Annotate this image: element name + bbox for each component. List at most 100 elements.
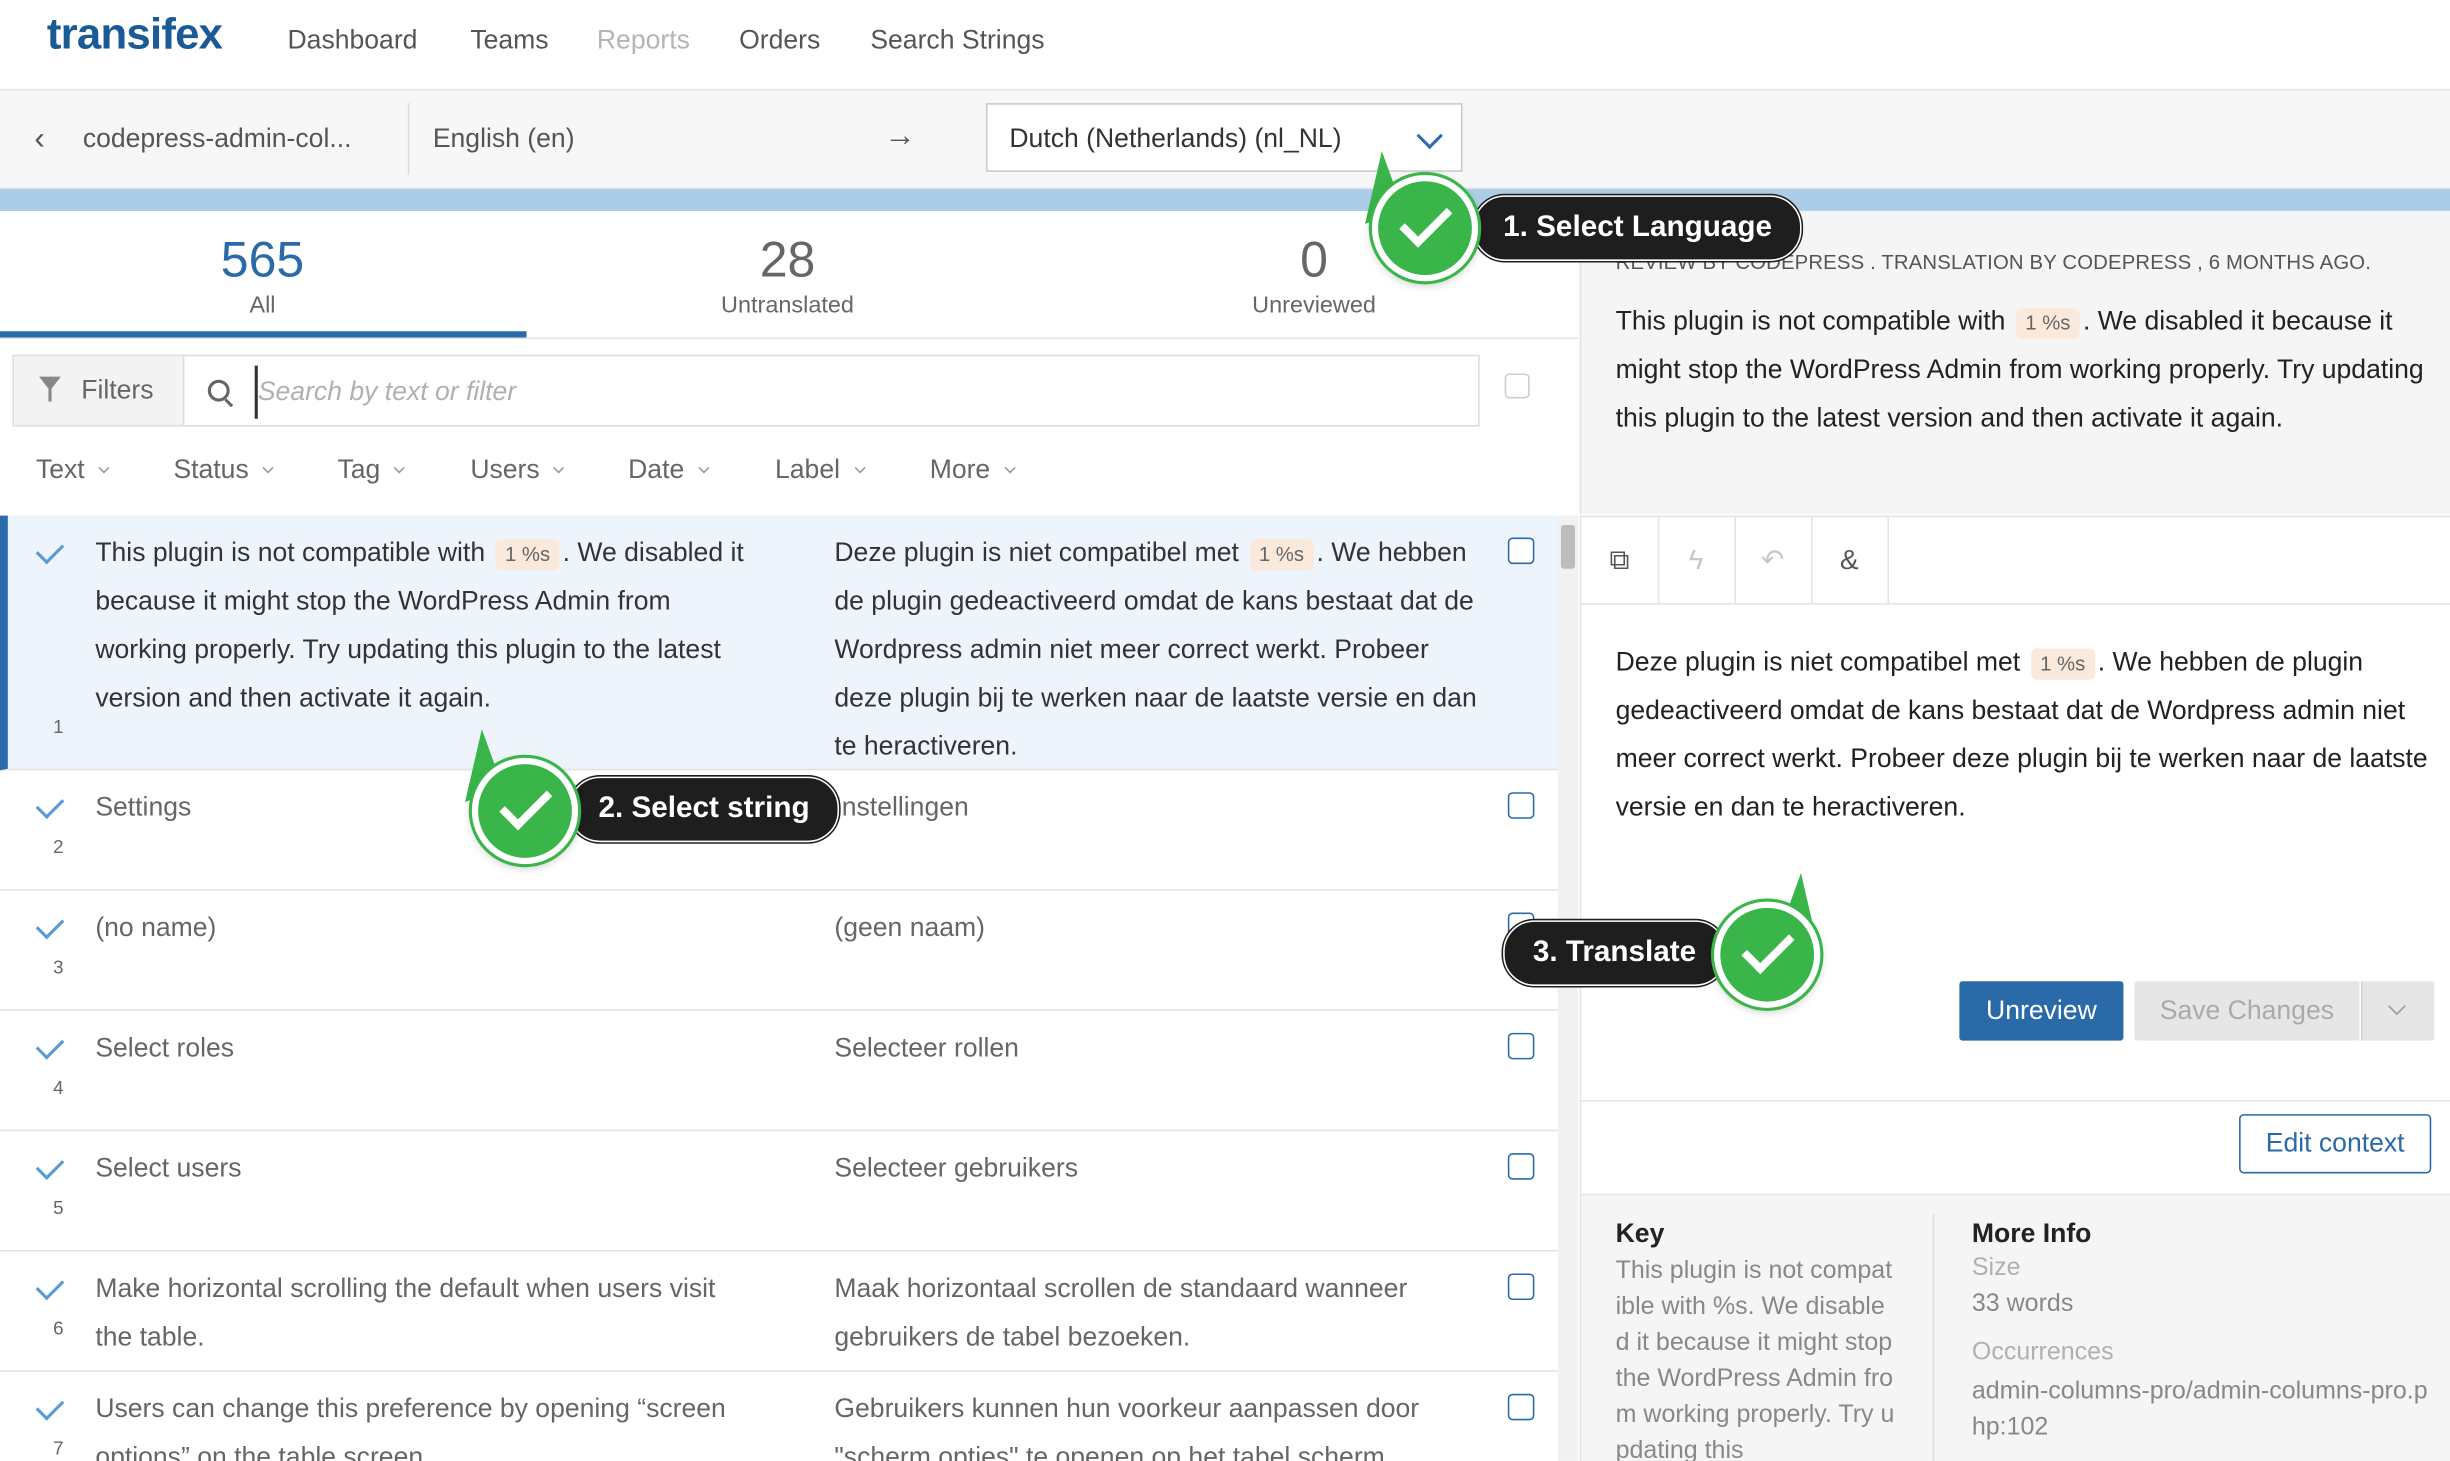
chevron-down-icon [1004,462,1016,474]
row-checkbox[interactable] [1507,1153,1535,1180]
nav-dashboard[interactable]: Dashboard [288,25,418,56]
text-segment: Deze plugin is niet compatibel met [834,537,1247,568]
column-filter-label: Text [35,454,85,485]
scrollbar-thumb[interactable] [1560,525,1575,569]
ampersand-icon[interactable]: & [1811,517,1890,604]
occurrences-value: admin-columns-pro/admin-columns-pro.php:… [1971,1378,2428,1441]
progress-bar [0,189,2450,211]
divider [0,337,1579,340]
row-checkbox[interactable] [1507,1273,1535,1300]
transifex-logo[interactable]: transifex [47,9,223,59]
save-changes-button[interactable]: Save Changes [2134,981,2360,1041]
chevron-down-icon [1416,122,1443,150]
source-text: This plugin is not compatible with 1 %s.… [95,528,751,722]
nav-teams[interactable]: Teams [470,25,548,56]
size-label: Size [1971,1254,2021,1282]
nav-search-strings[interactable]: Search Strings [870,25,1044,56]
column-filter-tag[interactable]: Tag [337,454,406,486]
row-number: 3 [53,956,64,979]
tab-label: All [249,292,276,319]
chevron-down-icon [2388,997,2406,1016]
column-filter-date[interactable]: Date [628,454,710,486]
placeholder-chip: 1 %s [1249,539,1314,571]
checkmark-icon [1741,921,1795,975]
undo-icon[interactable]: ↶ [1734,517,1813,604]
string-row[interactable]: 5 Select users Selecteer gebruikers [0,1131,1558,1252]
placeholder-chip: 1 %s [2030,648,2095,680]
string-row[interactable]: 6 Make horizontal scrolling the default … [0,1252,1558,1372]
chevron-down-icon [394,462,406,474]
row-number: 2 [53,835,64,858]
source-text: Make horizontal scrolling the default wh… [95,1273,716,1352]
reviewed-check-icon [35,1391,65,1421]
reviewed-check-icon [35,790,65,820]
chevron-down-icon [98,462,110,474]
chevron-down-icon [854,462,866,474]
key-heading: Key [1615,1218,1665,1249]
source-text: Users can change this preference by open… [95,1393,726,1461]
translation-text: Selecteer gebruikers [834,1153,1079,1183]
search-filter-bar: Filters [12,354,1480,427]
column-filter-label-filter[interactable]: Label [775,454,866,486]
row-checkbox[interactable] [1507,792,1535,819]
source-text: Select users [95,1153,242,1183]
divider [407,103,410,175]
row-number: 6 [53,1317,64,1340]
search-input[interactable] [254,365,1449,419]
reviewed-check-icon [35,910,65,940]
string-row[interactable]: 1 This plugin is not compatible with 1 %… [0,515,1558,771]
translation-text: Maak horizontaal scrollen de standaard w… [834,1273,1408,1352]
tab-all[interactable]: 565 All [0,216,525,338]
placeholder-chip: 1 %s [495,539,560,571]
translation-text: Gebruikers kunnen hun voorkeur aanpassen… [834,1393,1420,1461]
select-all-checkbox[interactable] [1504,373,1530,399]
chevron-left-icon[interactable]: ‹ [34,122,44,158]
list-scrollbar[interactable] [1557,515,1579,1461]
tab-label: Unreviewed [1252,292,1376,319]
column-filter-label: Tag [337,454,381,485]
tab-count: 565 [220,231,305,288]
row-number: 7 [53,1437,64,1460]
unreview-button[interactable]: Unreview [1959,981,2124,1041]
arrow-right-icon: → [884,118,916,154]
column-filter-more[interactable]: More [929,454,1016,486]
translation-editor[interactable]: Deze plugin is niet compatibel met 1 %s.… [1579,603,2450,1100]
column-filter-label: Label [775,454,841,485]
source-string: This plugin is not compatible with 1 %s.… [1616,297,2436,442]
string-row[interactable]: 3 (no name) (geen naam) [0,891,1558,1011]
reviewed-check-icon [35,1030,65,1060]
checkmark-icon [1399,194,1453,248]
translation-string[interactable]: Deze plugin is niet compatibel met 1 %s.… [1616,638,2436,832]
tab-count: 28 [759,231,816,288]
column-filter-status[interactable]: Status [173,455,274,486]
callout-select-string: 2. Select string [568,776,840,843]
nav-reports[interactable]: Reports [597,25,690,56]
source-text: (no name) [95,912,217,943]
row-checkbox[interactable] [1507,1393,1535,1421]
row-number: 5 [53,1196,64,1219]
context-bar: Edit context [1579,1100,2450,1196]
edit-context-button[interactable]: Edit context [2239,1114,2432,1174]
reviewed-check-icon [35,535,65,565]
filters-button[interactable]: Filters [14,356,185,425]
string-row[interactable]: 7 Users can change this preference by op… [0,1372,1558,1461]
nav-orders[interactable]: Orders [739,25,820,56]
copy-source-icon[interactable]: ⧉ [1581,517,1660,604]
tab-untranslated[interactable]: 28 Untranslated [525,216,1050,338]
column-filter-text[interactable]: Text [35,454,110,486]
row-checkbox[interactable] [1507,1032,1535,1060]
callout-select-language: 1. Select Language [1473,195,1802,261]
placeholder-chip: 1 %s [2015,307,2080,340]
target-language-select[interactable]: Dutch (Netherlands) (nl_NL) [985,103,1463,172]
project-name[interactable]: codepress-admin-col... [83,123,352,154]
column-filter-label: Date [628,454,685,485]
save-options-button[interactable] [2360,981,2435,1041]
lightning-icon[interactable]: ϟ [1658,517,1736,604]
row-checkbox[interactable] [1507,537,1535,565]
column-filter-users[interactable]: Users [470,455,565,486]
string-row[interactable]: 4 Select roles Selecteer rollen [0,1011,1558,1132]
text-segment: This plugin is not compatible with [95,537,493,568]
column-filter-label: More [929,454,991,485]
text-segment: This plugin is not compatible with [1615,306,2013,336]
editor-toolbar: ⧉ ϟ ↶ & [1579,515,2450,605]
